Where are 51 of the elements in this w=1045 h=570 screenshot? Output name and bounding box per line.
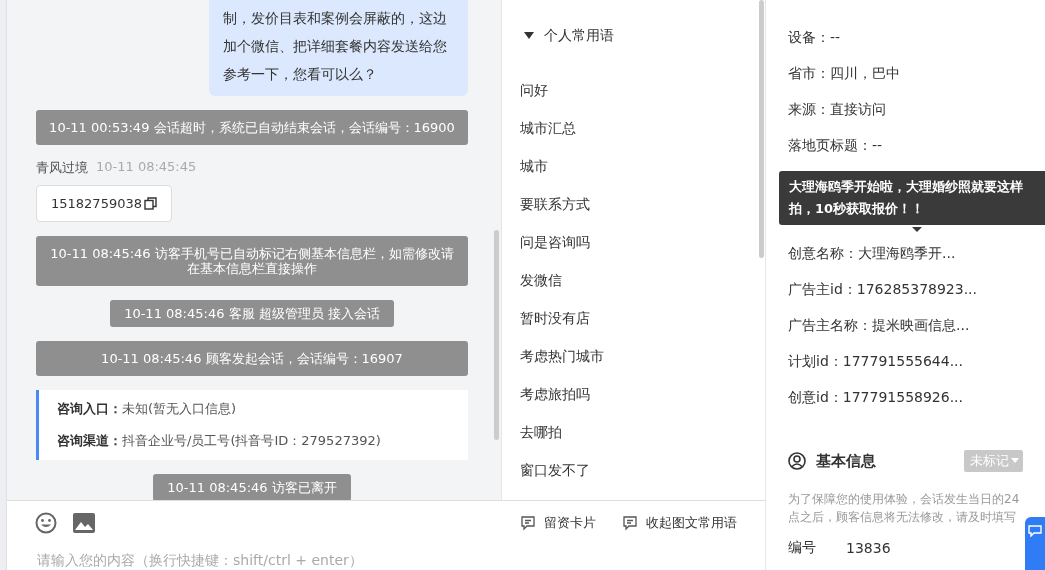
system-notice: 10-11 08:45:46 访客手机号已自动标记右侧基本信息栏，如需修改请在基本信息栏直接操作: [36, 236, 468, 286]
phrase-item[interactable]: 去哪拍: [520, 414, 747, 452]
phrase-item[interactable]: 城市: [520, 148, 747, 186]
info-value: 未知(暂无入口信息): [122, 400, 237, 418]
image-icon[interactable]: [73, 513, 95, 533]
message-icon: [520, 515, 536, 531]
info-value: 抖音企业号/员工号(抖音号ID：279527392): [122, 432, 381, 450]
info-row-text: 创意id：177791558926...: [788, 388, 964, 407]
phrase-item[interactable]: 发微信: [520, 262, 747, 300]
phrase-item[interactable]: 考虑旅拍吗: [520, 376, 747, 414]
caret-icon: [1011, 458, 1019, 464]
tooltip: 大理海鸥季开始啦，大理婚纱照就要这样拍，10秒获取报价！！: [779, 171, 1045, 225]
message-bubble: 制，发价目表和案例会屏蔽的，这边加个微信、把详细套餐内容发送给您参考一下，您看可以么？: [209, 0, 468, 96]
phrase-item[interactable]: 问是咨询吗: [520, 224, 747, 262]
visitor-name: 青风过境: [36, 159, 88, 177]
info-row-text: 广告主名称：提米映画信息...: [788, 316, 971, 335]
chat-icon: [1028, 525, 1042, 537]
info-label: 咨询渠道：: [57, 432, 122, 450]
info-row-text: 计划id：177791555644...: [788, 352, 964, 371]
field-label: 编号: [788, 539, 816, 557]
message-icon: [622, 515, 638, 531]
phrase-item[interactable]: 问好: [520, 72, 747, 110]
info-row-text: 来源：直接访问: [788, 100, 887, 119]
chat-float-button[interactable]: [1025, 517, 1045, 570]
phrase-action-button[interactable]: 收起图文常用语: [622, 514, 737, 532]
notice-text: 为了保障您的使用体验，会话发生当日的24点之后，顾客信息将无法修改，请及时填写: [788, 491, 1021, 526]
caret-icon[interactable]: [524, 32, 534, 40]
phrase-item[interactable]: 考虑热门城市: [520, 338, 747, 376]
message-time: 10-11 08:45:45: [96, 159, 197, 176]
system-notice: 10-11 08:45:46 客服 超级管理员 接入会话: [110, 300, 394, 327]
info-row-text: 落地页标题：--: [788, 136, 884, 155]
phrase-item[interactable]: 窗口发不了: [520, 452, 747, 490]
phrase-item[interactable]: 要联系方式: [520, 186, 747, 224]
field-value: 13836: [846, 540, 891, 556]
info-row-text: 省市：四川，巴中: [788, 64, 901, 83]
emoji-icon[interactable]: [35, 512, 57, 534]
section-title: 基本信息: [816, 451, 876, 471]
copy-icon[interactable]: [144, 197, 157, 210]
info-row-text: 创意名称：大理海鸥季开...: [788, 244, 957, 263]
phrase-group-title[interactable]: 个人常用语: [544, 27, 614, 45]
phrase-item[interactable]: 城市汇总: [520, 110, 747, 148]
phrase-action-button[interactable]: 留资卡片: [520, 514, 596, 532]
user-icon: [788, 452, 806, 470]
system-notice: 10-11 08:45:46 顾客发起会话，会话编号：16907: [36, 341, 468, 376]
phrase-item[interactable]: 暂时没有店: [520, 300, 747, 338]
system-notice: 10-11 00:53:49 会话超时，系统已自动结束会话，会话编号：16900: [36, 110, 468, 145]
system-notice: 10-11 08:45:46 访客已离开: [153, 474, 351, 500]
info-row-text: 设备：--: [788, 28, 842, 47]
info-label: 咨询入口：: [57, 400, 122, 418]
phone-message: 15182759038: [36, 185, 172, 222]
info-row-text: 广告主id：176285378923...: [788, 280, 978, 299]
